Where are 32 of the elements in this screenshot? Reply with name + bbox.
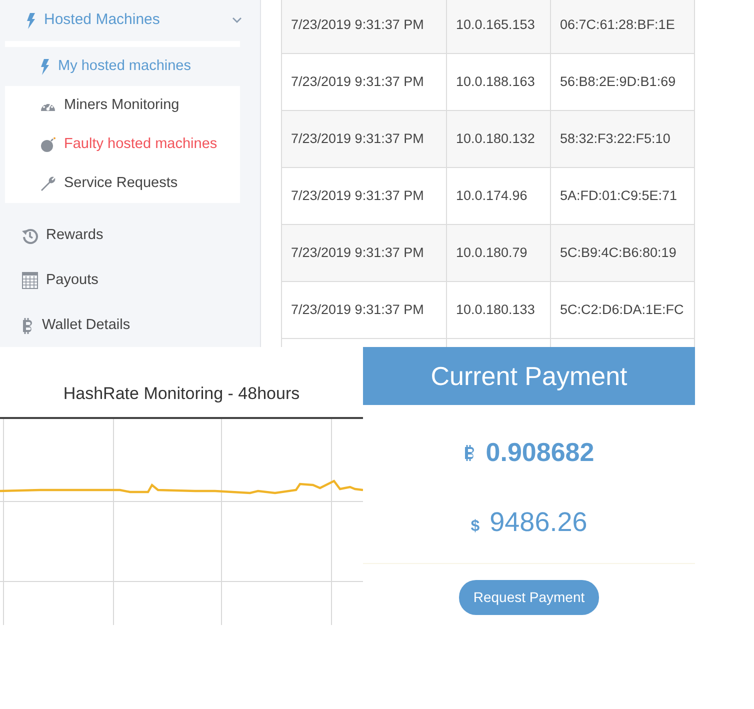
chart-title: HashRate Monitoring - 48hours <box>62 383 301 405</box>
table-cell: 58:32:F3:22:F5:10 <box>550 110 694 168</box>
history-icon <box>22 228 38 244</box>
bitcoin-icon <box>22 318 34 334</box>
dollar-sign: $ <box>470 517 480 537</box>
table-cell: 5C:C2:D6:DA:1E:FC <box>550 282 694 338</box>
table-cell: 7/23/2019 9:31:37 PM <box>282 0 446 54</box>
table-cell: 5C:B9:4C:B6:80:19 <box>550 224 694 282</box>
sidebar-item[interactable]: Payouts <box>0 258 260 303</box>
table-cell: 06:7C:61:28:BF:1E <box>550 0 694 54</box>
sidebar-item[interactable]: Rewards <box>0 213 260 258</box>
bitcoin-icon <box>464 444 476 460</box>
panel-header: Current Payment <box>363 347 695 405</box>
wrench-icon <box>40 176 56 192</box>
table-cell: 7/23/2019 9:31:37 PM <box>282 224 446 282</box>
table-cell: 10.0.165.153 <box>446 0 550 54</box>
table-cell: 10.0.180.132 <box>446 110 550 168</box>
table-cell: 10.0.180.133 <box>446 282 550 338</box>
lightning-icon <box>40 58 50 74</box>
bomb-icon <box>40 137 56 152</box>
menu-label: Hosted Machines <box>44 10 161 30</box>
submenu-item[interactable]: Miners Monitoring <box>5 86 240 125</box>
chevron-down-icon <box>232 17 242 24</box>
table-cell: 10.0.180.79 <box>446 224 550 282</box>
lightning-icon <box>26 12 36 28</box>
table-cell: 7/23/2019 9:31:37 PM <box>282 110 446 168</box>
sidebar-item[interactable]: Wallet Details <box>0 303 260 347</box>
usd-amount: 9486.26 <box>490 506 588 539</box>
table-cell: 7/23/2019 9:31:37 PM <box>282 282 446 338</box>
calendar-icon <box>22 272 38 289</box>
submenu-item[interactable]: Service Requests <box>5 164 240 203</box>
btc-amount: 0.908682 <box>486 436 594 469</box>
